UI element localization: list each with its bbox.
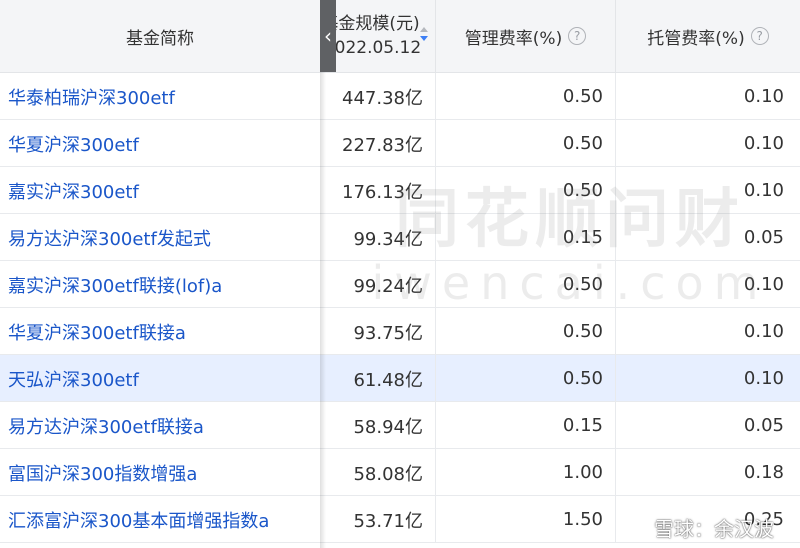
- fund-name-link[interactable]: 华夏沪深300etf联接a: [0, 308, 320, 355]
- fund-scale-cell: 99.34亿: [353, 228, 423, 250]
- management-fee-cell: 1.00: [435, 449, 615, 496]
- table-row[interactable]: 富国沪深300指数增强a 58.08亿 1.00 0.18: [0, 449, 800, 496]
- fund-name-link[interactable]: 嘉实沪深300etf: [0, 167, 320, 214]
- table-row[interactable]: 汇添富沪深300基本面增强指数a 53.71亿 1.50 0.25: [0, 496, 800, 543]
- management-fee-cell: 0.15: [435, 402, 615, 449]
- scroll-left-button[interactable]: ‹: [320, 0, 336, 72]
- fund-scale-cell: 53.71亿: [353, 510, 423, 532]
- column-header-fund-scale-label: 基金规模(元): [321, 14, 420, 34]
- sort-arrows-icon[interactable]: [419, 24, 429, 44]
- fund-scale-cell: 227.83亿: [342, 134, 423, 156]
- column-header-management-fee: 管理费率(%) ?: [435, 0, 615, 72]
- custody-fee-cell: 0.05: [615, 214, 800, 261]
- column-header-management-fee-label: 管理费率(%): [464, 28, 563, 49]
- custody-fee-cell: 0.10: [615, 355, 800, 402]
- table-header: 基金简称 基金规模(元) 2022.05.12 管理费率(%) ? 托管费率(%…: [0, 0, 800, 73]
- fund-scale-cell: 176.13亿: [342, 181, 423, 203]
- table-row[interactable]: 嘉实沪深300etf联接(lof)a 99.24亿 0.50 0.10: [0, 261, 800, 308]
- table-row[interactable]: 华夏沪深300etf联接a 93.75亿 0.50 0.10: [0, 308, 800, 355]
- custody-fee-cell: 0.10: [615, 73, 800, 120]
- fund-scale-cell: 93.75亿: [353, 322, 423, 344]
- column-header-fund-name: 基金简称: [0, 0, 320, 72]
- management-fee-cell: 0.50: [435, 308, 615, 355]
- management-fee-cell: 0.15: [435, 214, 615, 261]
- management-fee-cell: 0.50: [435, 120, 615, 167]
- chevron-left-icon: ‹: [324, 24, 332, 48]
- fund-name-link[interactable]: 华泰柏瑞沪深300etf: [0, 73, 320, 120]
- fund-scale-cell: 99.24亿: [353, 275, 423, 297]
- table-row[interactable]: 华夏沪深300etf 227.83亿 0.50 0.10: [0, 120, 800, 167]
- fund-name-link[interactable]: 汇添富沪深300基本面增强指数a: [0, 496, 320, 543]
- fund-scale-cell: 61.48亿: [353, 369, 423, 391]
- help-icon[interactable]: ?: [568, 27, 587, 45]
- table-row[interactable]: 易方达沪深300etf发起式 99.34亿 0.15 0.05: [0, 214, 800, 261]
- fund-name-link[interactable]: 易方达沪深300etf发起式: [0, 214, 320, 261]
- table-row[interactable]: 嘉实沪深300etf 176.13亿 0.50 0.10: [0, 167, 800, 214]
- help-icon[interactable]: ?: [750, 27, 769, 45]
- management-fee-cell: 0.50: [435, 167, 615, 214]
- custody-fee-cell: 0.10: [615, 261, 800, 308]
- column-header-fund-name-label: 基金简称: [126, 28, 194, 49]
- fund-name-link[interactable]: 富国沪深300指数增强a: [0, 449, 320, 496]
- fund-name-link[interactable]: 华夏沪深300etf: [0, 120, 320, 167]
- fund-scale-cell: 447.38亿: [342, 87, 423, 109]
- management-fee-cell: 0.50: [435, 261, 615, 308]
- custody-fee-cell: 0.10: [615, 167, 800, 214]
- column-header-fund-scale[interactable]: 基金规模(元) 2022.05.12: [320, 0, 435, 72]
- fund-scale-cell: 58.94亿: [353, 416, 423, 438]
- custody-fee-cell: 0.25: [615, 496, 800, 543]
- fund-scale-cell: 58.08亿: [353, 463, 423, 485]
- fund-name-link[interactable]: 易方达沪深300etf联接a: [0, 402, 320, 449]
- fund-table: 基金简称 基金规模(元) 2022.05.12 管理费率(%) ? 托管费率(%…: [0, 0, 800, 548]
- management-fee-cell: 1.50: [435, 496, 615, 543]
- custody-fee-cell: 0.10: [615, 308, 800, 355]
- management-fee-cell: 0.50: [435, 73, 615, 120]
- fund-name-link[interactable]: 天弘沪深300etf: [0, 355, 320, 402]
- fund-name-link[interactable]: 嘉实沪深300etf联接(lof)a: [0, 261, 320, 308]
- table-row[interactable]: 华泰柏瑞沪深300etf 447.38亿 0.50 0.10: [0, 73, 800, 120]
- column-header-fund-scale-date: 2022.05.12: [323, 38, 422, 58]
- management-fee-cell: 0.50: [435, 355, 615, 402]
- table-row[interactable]: 天弘沪深300etf 61.48亿 0.50 0.10: [0, 355, 800, 402]
- table-row[interactable]: 易方达沪深300etf联接a 58.94亿 0.15 0.05: [0, 402, 800, 449]
- custody-fee-cell: 0.18: [615, 449, 800, 496]
- column-header-custody-fee: 托管费率(%) ?: [615, 0, 800, 72]
- column-header-custody-fee-label: 托管费率(%): [647, 28, 745, 49]
- custody-fee-cell: 0.10: [615, 120, 800, 167]
- custody-fee-cell: 0.05: [615, 402, 800, 449]
